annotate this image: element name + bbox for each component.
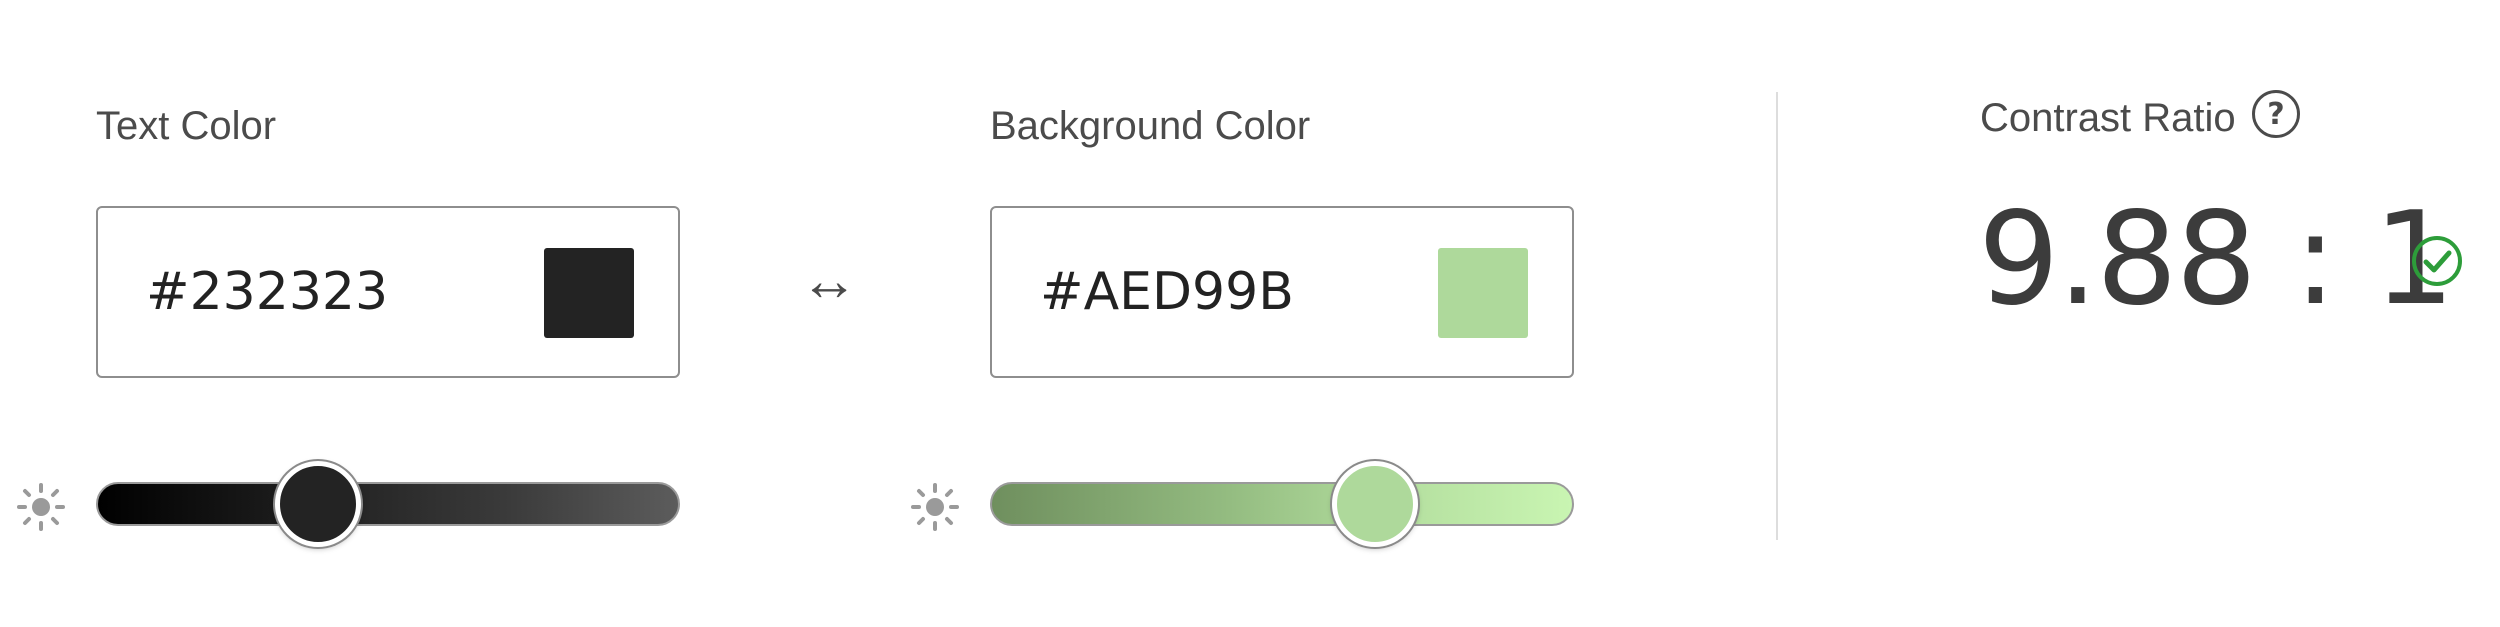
background-color-brightness-slider[interactable] xyxy=(990,482,1574,526)
text-color-field[interactable] xyxy=(96,206,680,378)
brightness-icon xyxy=(17,483,65,531)
background-color-label: Background Color xyxy=(990,104,1311,148)
background-color-swatch[interactable] xyxy=(1438,248,1528,338)
text-color-hex-input[interactable] xyxy=(146,257,476,327)
background-color-field[interactable] xyxy=(990,206,1574,378)
background-color-slider-thumb[interactable] xyxy=(1332,461,1419,547)
swap-colors-icon[interactable]: ↔ xyxy=(800,252,858,310)
text-color-brightness-slider[interactable] xyxy=(96,482,680,526)
text-color-swatch[interactable] xyxy=(544,248,634,338)
brightness-icon xyxy=(911,483,959,531)
text-color-slider-thumb[interactable] xyxy=(274,461,361,547)
contrast-ratio-label: Contrast Ratio xyxy=(1980,96,2236,140)
section-divider xyxy=(1776,92,1778,540)
check-circle-icon xyxy=(2412,236,2462,286)
contrast-ratio-value: 9.88 : 1 xyxy=(1978,185,2455,334)
question-circle-icon[interactable]: ? xyxy=(2252,90,2300,138)
text-color-label: Text Color xyxy=(96,104,277,148)
background-color-hex-input[interactable] xyxy=(1040,257,1370,327)
